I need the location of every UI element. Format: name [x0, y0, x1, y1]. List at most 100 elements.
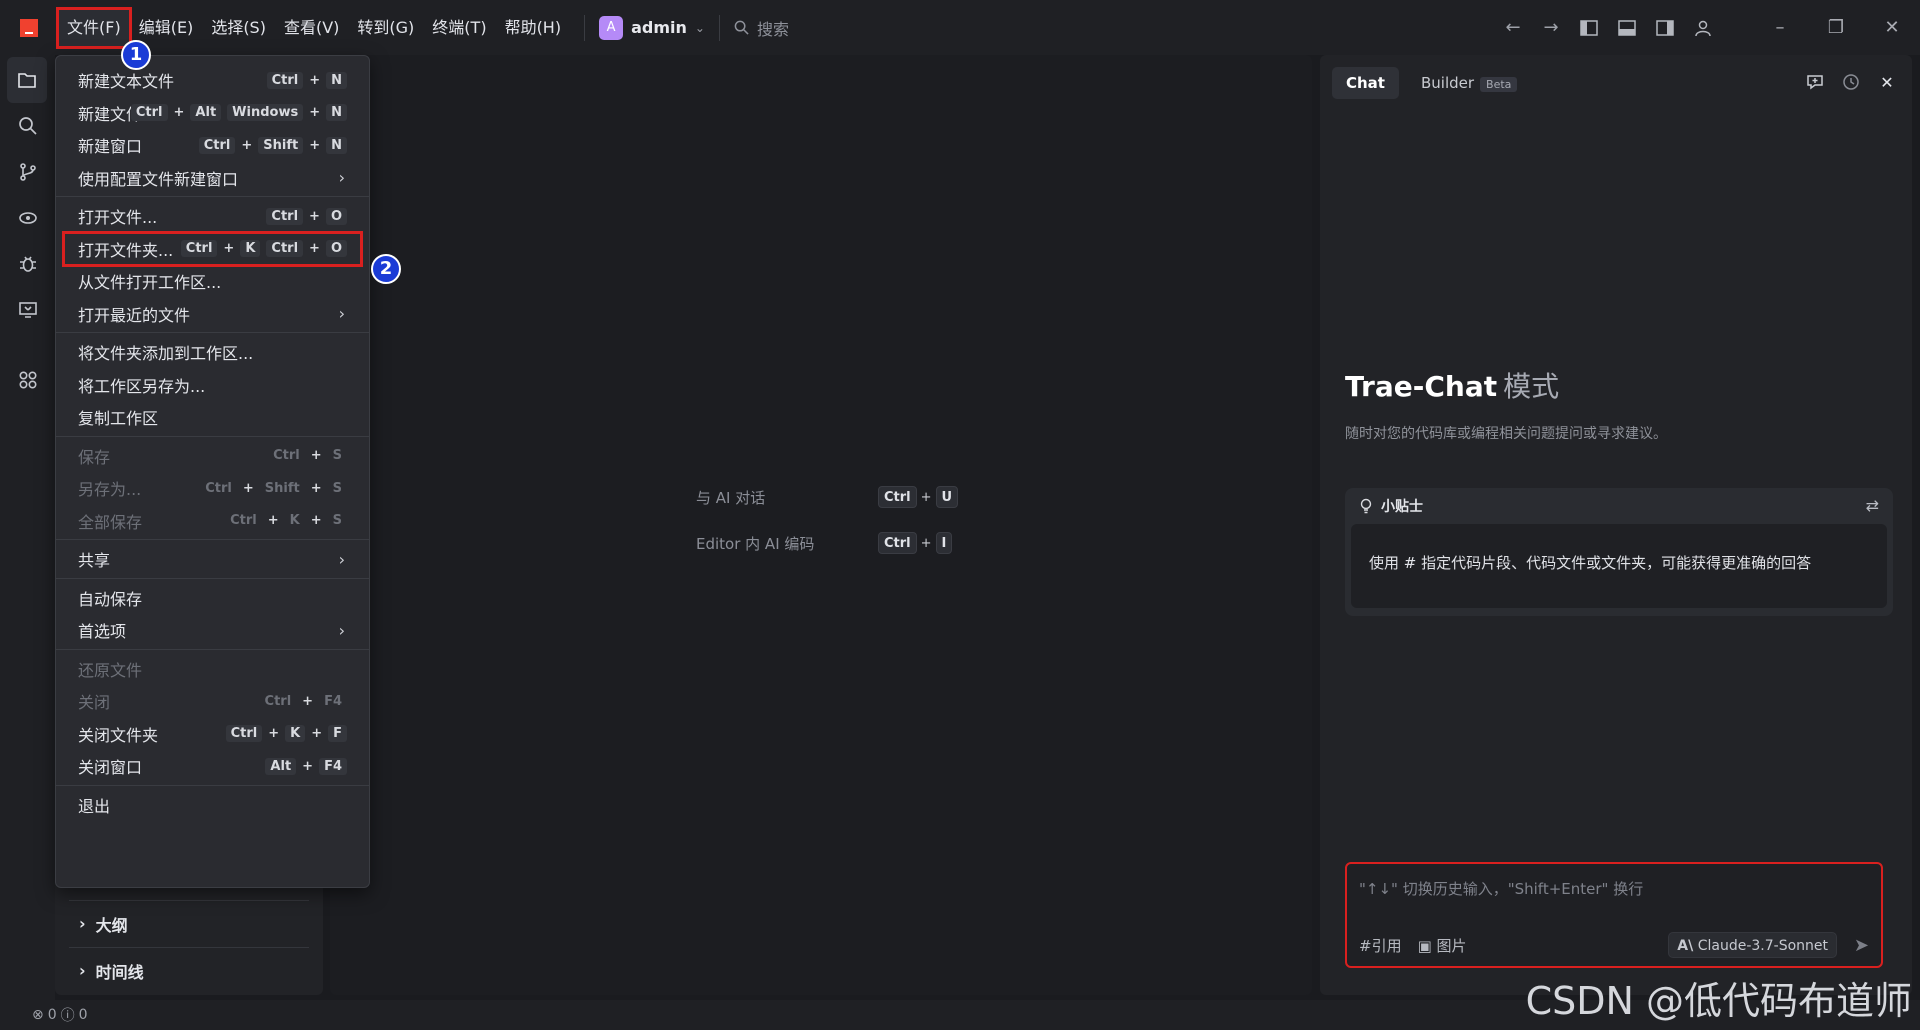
menu-item[interactable]: 关闭窗口 Alt + F4 — [64, 750, 361, 782]
shortcut-key: Ctrl — [230, 513, 257, 528]
menu-item[interactable]: 将工作区另存为... — [64, 369, 361, 401]
menu-file[interactable]: 文件(F) — [56, 6, 132, 49]
toggle-right-panel-icon[interactable] — [1646, 9, 1684, 47]
menu-item[interactable]: 共享 › — [64, 543, 361, 575]
remote-icon[interactable] — [0, 195, 55, 241]
menu-item[interactable]: 将文件夹添加到工作区... — [64, 336, 361, 368]
menu-shortcut: Ctrl + N — [266, 71, 347, 89]
source-control-icon[interactable] — [0, 149, 55, 195]
back-arrow-icon[interactable]: ← — [1494, 9, 1532, 47]
restore-icon[interactable]: ❐ — [1808, 0, 1864, 55]
error-icon[interactable]: ⊗ — [32, 1007, 44, 1023]
tips-header: 小贴士 — [1345, 488, 1893, 524]
menu-shortcut: Ctrl + Shift + S — [200, 481, 347, 496]
image-button[interactable]: ▣ 图片 — [1418, 935, 1467, 956]
menu-item[interactable]: 首选项 › — [64, 614, 361, 646]
chat-input[interactable]: "↑↓" 切换历史输入，"Shift+Enter" 换行 #引用 ▣ 图片 A\… — [1345, 862, 1883, 968]
history-icon[interactable] — [1838, 69, 1864, 95]
menu-separator — [56, 196, 369, 197]
menu-item[interactable]: 打开最近的文件 › — [64, 298, 361, 330]
model-selector[interactable]: A\ Claude-3.7-Sonnet — [1668, 932, 1837, 958]
lightbulb-icon — [1360, 498, 1372, 514]
menu-selection[interactable]: 选择(S) — [202, 9, 275, 47]
menu-item[interactable]: 使用配置文件新建窗口 › — [64, 162, 361, 194]
minimize-icon[interactable]: – — [1752, 0, 1808, 55]
shuffle-icon[interactable]: ⇄ — [1866, 496, 1879, 515]
remote-explorer-icon[interactable] — [0, 287, 55, 333]
menu-shortcut: Ctrl + Shift + N — [198, 136, 347, 154]
image-icon: ▣ — [1417, 937, 1432, 955]
chat-title: Trae-Chat 模式 — [1345, 365, 1559, 405]
plus: + — [302, 693, 314, 709]
menu-item-label: 保存 — [78, 447, 111, 467]
new-chat-icon[interactable] — [1802, 69, 1828, 95]
menu-item[interactable]: 新建文件... Ctrl + Alt Windows + N — [64, 97, 361, 129]
timeline-section[interactable]: › 时间线 — [69, 947, 309, 993]
menu-terminal[interactable]: 终端(T) — [423, 9, 495, 47]
user-switcher[interactable]: A admin ⌄ — [599, 15, 705, 40]
menu-item[interactable]: 复制工作区 — [64, 401, 361, 433]
close-window-icon[interactable]: ✕ — [1864, 0, 1920, 55]
search-icon[interactable] — [0, 103, 55, 149]
menu-item[interactable]: 关闭文件夹 Ctrl + K + F — [64, 718, 361, 750]
tab-builder[interactable]: Builder Beta — [1407, 67, 1531, 99]
key: U — [935, 486, 959, 508]
menu-item: 另存为... Ctrl + Shift + S — [64, 472, 361, 504]
shortcut-key: S — [332, 513, 342, 528]
shortcut-key: Ctrl — [225, 725, 263, 742]
chat-title-mode: 模式 — [1503, 370, 1560, 403]
reference-button[interactable]: #引用 — [1359, 935, 1402, 956]
callout-badge-1: 1 — [121, 40, 151, 70]
hint-label: Editor 内 AI 编码 — [696, 534, 815, 553]
chevron-right-icon: › — [79, 914, 86, 933]
plus: + — [309, 208, 320, 224]
send-icon[interactable]: ➤ — [1854, 935, 1869, 956]
chat-input-placeholder: "↑↓" 切换历史输入，"Shift+Enter" 换行 — [1359, 880, 1644, 898]
editor-area: 与 AI 对话 Ctrl + U Editor 内 AI 编码 Ctrl + I — [330, 55, 1312, 995]
menu-item[interactable]: 打开文件夹... Ctrl + K Ctrl + O — [62, 230, 363, 267]
menu-help[interactable]: 帮助(H) — [496, 9, 571, 47]
search-box[interactable]: 搜索 — [734, 16, 789, 40]
plus: + — [267, 513, 279, 528]
chevron-right-icon: › — [338, 168, 345, 187]
account-icon[interactable] — [1684, 9, 1722, 47]
close-icon[interactable]: ✕ — [1874, 69, 1900, 95]
warning-count: 0 — [78, 1007, 88, 1023]
activity-bar — [0, 55, 55, 1000]
anthropic-icon: A\ — [1677, 938, 1694, 954]
menu-item: 关闭 Ctrl + F4 — [64, 685, 361, 717]
chevron-down-icon: ⌄ — [694, 20, 705, 35]
toggle-bottom-panel-icon[interactable] — [1608, 9, 1646, 47]
menu-item-label: 将工作区另存为... — [78, 376, 206, 396]
menu-view[interactable]: 查看(V) — [275, 9, 348, 47]
menu-go[interactable]: 转到(G) — [348, 9, 423, 47]
debug-icon[interactable] — [0, 241, 55, 287]
warning-icon[interactable]: ⓘ — [61, 1005, 75, 1025]
tab-chat[interactable]: Chat — [1332, 67, 1399, 99]
menu-item[interactable]: 新建窗口 Ctrl + Shift + N — [64, 129, 361, 161]
menu-item-label: 打开文件... — [78, 208, 158, 227]
menu-item[interactable]: 自动保存 — [64, 582, 361, 614]
shortcut-key: F4 — [324, 693, 342, 709]
menu-item-label: 关闭文件夹 — [78, 725, 159, 745]
shortcut-key: K — [240, 240, 261, 257]
title-bar: 文件(F) 编辑(E) 选择(S) 查看(V) 转到(G) 终端(T) 帮助(H… — [0, 0, 1920, 55]
menu-item[interactable]: 从文件打开工作区... — [64, 265, 361, 297]
menu-item-label: 还原文件 — [78, 660, 143, 680]
outline-section[interactable]: › 大纲 — [69, 900, 309, 946]
error-count: 0 — [47, 1007, 57, 1023]
plus: + — [309, 241, 320, 256]
forward-arrow-icon[interactable]: → — [1532, 9, 1570, 47]
explorer-icon[interactable] — [7, 57, 47, 103]
menu-item[interactable]: 打开文件... Ctrl + O — [64, 200, 361, 232]
chat-description: 随时对您的代码库或编程相关问题提问或寻求建议。 — [1345, 426, 1667, 442]
shortcut-key: K — [289, 513, 300, 528]
menu-item-label: 新建文本文件 — [78, 72, 175, 91]
extensions-icon[interactable] — [0, 357, 55, 403]
plus: + — [242, 480, 254, 496]
toggle-left-panel-icon[interactable] — [1570, 9, 1608, 47]
watermark: CSDN @低代码布道师 — [1525, 979, 1912, 1023]
menu-separator — [56, 539, 369, 540]
menu-item[interactable]: 新建文本文件 Ctrl + N — [64, 64, 361, 96]
menu-item[interactable]: 退出 — [64, 789, 361, 821]
